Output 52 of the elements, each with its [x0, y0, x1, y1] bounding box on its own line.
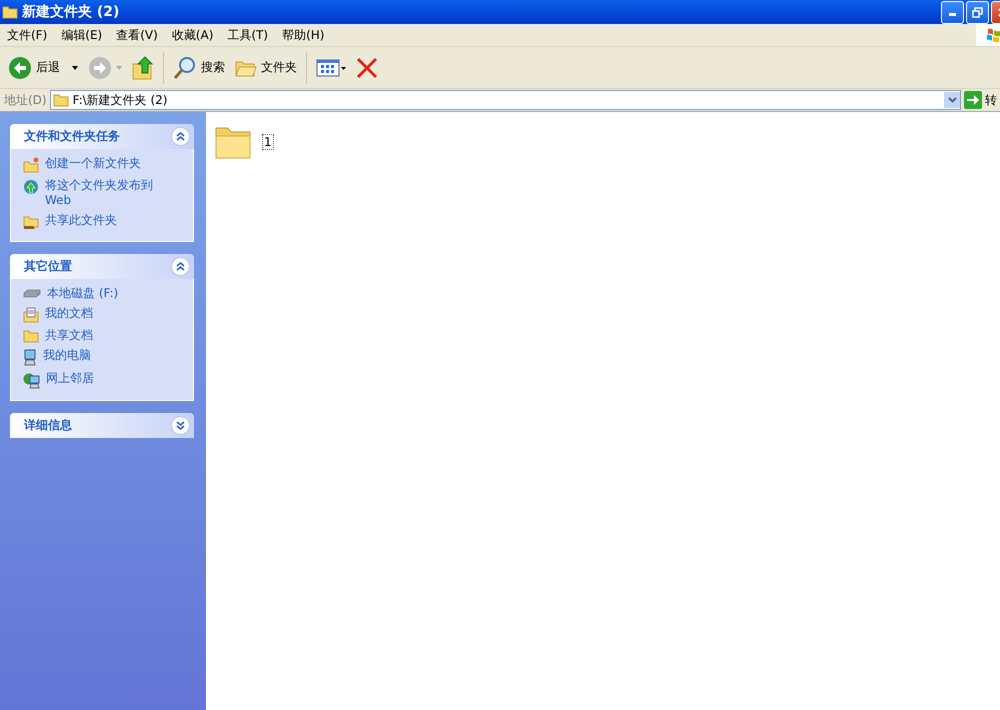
task-link[interactable]: 我的文档: [23, 305, 185, 324]
menu-item[interactable]: 帮助(H): [275, 26, 332, 44]
chevrons-up-icon: [176, 262, 185, 271]
dropdown-arrow-icon: [116, 66, 122, 70]
expand-button[interactable]: [171, 416, 190, 435]
window-title: 新建文件夹 (2): [22, 3, 120, 21]
computer-icon: [23, 349, 37, 366]
task-link[interactable]: 网上邻居: [23, 370, 185, 390]
panel-header[interactable]: 详细信息: [10, 413, 194, 438]
address-field[interactable]: F:\新建文件夹 (2): [50, 90, 961, 110]
panel-header[interactable]: 其它位置: [10, 254, 194, 279]
dropdown-button[interactable]: [944, 92, 960, 108]
chevrons-up-icon: [176, 132, 185, 141]
menu-item[interactable]: 收藏(A): [164, 26, 220, 44]
menu-item[interactable]: 文件(F): [0, 26, 54, 44]
task-link[interactable]: 我的电脑: [23, 347, 185, 367]
menu-item[interactable]: 编辑(E): [54, 26, 110, 44]
back-button[interactable]: 后退: [4, 52, 82, 82]
collapse-button[interactable]: [171, 127, 190, 146]
search-icon: [173, 56, 197, 80]
address-label: 地址(D): [4, 92, 47, 108]
documents-folder-icon: [23, 307, 39, 323]
file-name[interactable]: 1: [262, 134, 274, 150]
new-folder-icon: [23, 157, 39, 173]
folder-icon: [52, 93, 69, 107]
delete-x-icon[interactable]: [356, 56, 378, 78]
menu-item[interactable]: 工具(T): [220, 26, 276, 44]
views-grid-icon[interactable]: [316, 58, 346, 78]
chevrons-down-icon: [176, 421, 185, 430]
task-link[interactable]: 本地磁盘 (F:): [23, 285, 185, 302]
task-link[interactable]: 创建一个新文件夹: [23, 155, 185, 174]
folder-icon: [23, 329, 39, 343]
task-link[interactable]: 共享文档: [23, 327, 185, 344]
folder-up-arrow-icon[interactable]: [132, 56, 154, 80]
task-link[interactable]: 将这个文件夹发布到 Web: [23, 177, 185, 209]
collapse-button[interactable]: [171, 257, 190, 276]
shared-folder-icon: [23, 214, 39, 230]
restore-button[interactable]: [966, 0, 989, 24]
dropdown-arrow-icon: [72, 66, 78, 70]
search-button[interactable]: 搜索: [169, 52, 229, 82]
panel-header[interactable]: 文件和文件夹任务: [10, 124, 194, 149]
chevron-down-icon: [948, 97, 956, 103]
hard-drive-icon: [23, 287, 41, 299]
network-computers-icon: [23, 372, 40, 389]
folders-button[interactable]: 文件夹: [231, 54, 301, 80]
flag-logo-icon: [986, 27, 1000, 43]
folder-icon: [2, 5, 18, 19]
go-button[interactable]: 转: [964, 91, 1000, 109]
task-link[interactable]: 共享此文件夹: [23, 212, 185, 231]
restore-icon: [972, 6, 983, 18]
menu-item[interactable]: 查看(V): [109, 26, 165, 44]
minimize-button[interactable]: [941, 0, 964, 24]
